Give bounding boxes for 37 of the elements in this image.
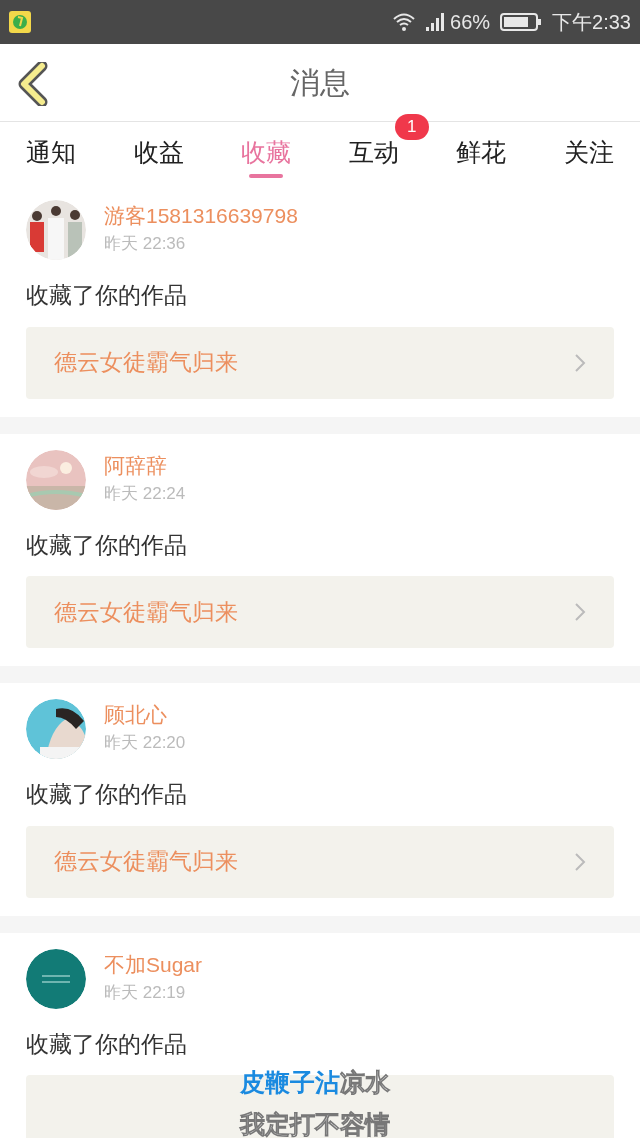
tab[interactable]: 鲜花: [456, 122, 507, 184]
battery-icon: [500, 12, 543, 32]
work-link[interactable]: 德云女徒霸气归来: [26, 825, 614, 898]
tab[interactable]: 收益: [133, 122, 184, 184]
user-name[interactable]: 阿辞辞: [104, 451, 186, 480]
action-text: 收藏了你的作品: [26, 780, 188, 809]
notification-badge: 1: [394, 114, 429, 140]
action-text: 收藏了你的作品: [26, 1029, 188, 1059]
time: 昨天 22:36: [104, 233, 187, 255]
time: 昨天 22:20: [104, 732, 186, 754]
wifi-icon: [392, 12, 417, 32]
chevron-right-icon: [574, 851, 586, 872]
tab[interactable]: 通知: [26, 122, 76, 184]
music-app-icon: [9, 11, 31, 33]
clock: 下午2:33: [552, 10, 631, 35]
lyric-text: 我定打不容情: [240, 1108, 390, 1138]
action-text: 收藏了你的作品: [26, 530, 188, 560]
action-text: 收藏了你的作品: [26, 281, 188, 310]
work-link[interactable]: 德云女徒霸气归来: [26, 576, 614, 648]
tab[interactable]: 收藏: [241, 122, 292, 184]
lyric-text: 凉水: [340, 1067, 390, 1098]
time: 昨天 22:19: [104, 981, 187, 1004]
battery-percent: 66%: [450, 10, 491, 35]
user-name[interactable]: 游客1581316639798: [104, 202, 298, 230]
signal-icon: [424, 12, 445, 32]
chevron-right-icon: [574, 352, 586, 373]
user-name[interactable]: 不加Sugar: [104, 950, 203, 979]
tab[interactable]: 关注: [563, 122, 614, 184]
chevron-right-icon: [574, 602, 586, 622]
user-name[interactable]: 顾北心: [104, 701, 186, 729]
time: 昨天 22:24: [104, 482, 186, 505]
page-title: 消息: [290, 65, 350, 101]
work-link[interactable]: 德云女徒霸气归来: [26, 326, 614, 399]
back-icon: [16, 62, 48, 106]
lyric-text: 皮鞭子沾: [240, 1067, 340, 1098]
tab-indicator: [249, 174, 284, 178]
back-button[interactable]: [16, 62, 48, 106]
